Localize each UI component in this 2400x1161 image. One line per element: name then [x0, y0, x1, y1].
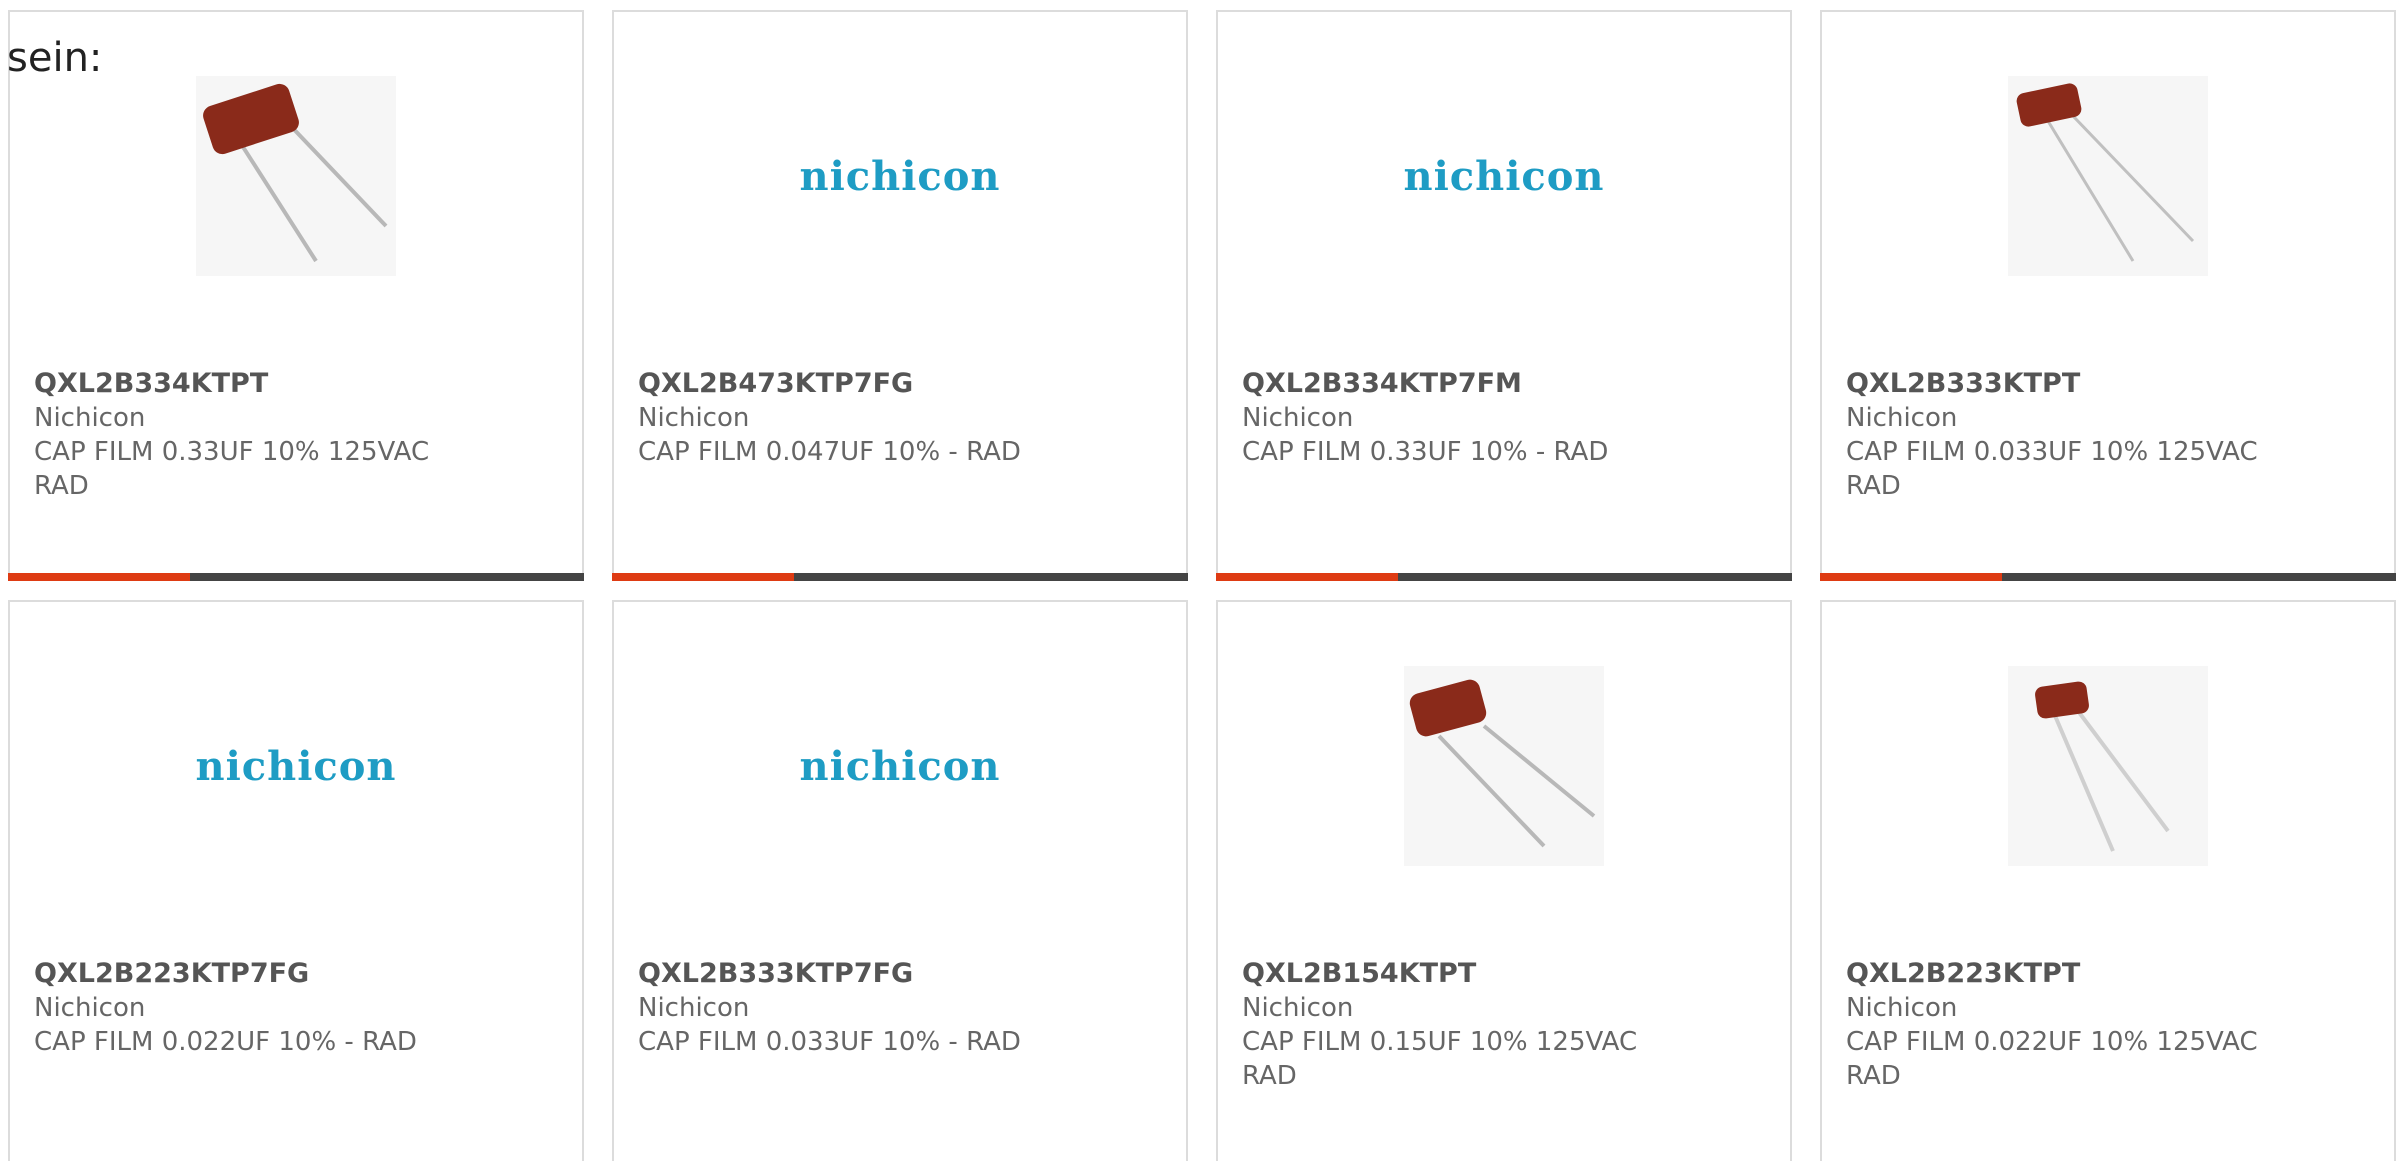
- manufacturer: Nichicon: [1846, 403, 1958, 433]
- product-card[interactable]: nichicon QXL2B223KTP7FG Nichicon CAP FIL…: [8, 600, 584, 1161]
- product-card[interactable]: QXL2B154KTPT Nichicon CAP FILM 0.15UF 10…: [1216, 600, 1792, 1161]
- nichicon-logo-icon: nichicon: [1403, 152, 1605, 200]
- product-card[interactable]: QXL2B223KTPT Nichicon CAP FILM 0.022UF 1…: [1820, 600, 2396, 1161]
- product-card[interactable]: QXL2B333KTPT Nichicon CAP FILM 0.033UF 1…: [1820, 10, 2396, 581]
- product-image-area: [1822, 76, 2394, 276]
- product-grid: QXL2B334KTPT Nichicon CAP FILM 0.33UF 10…: [0, 0, 2400, 1161]
- card-bottom-bar: [612, 573, 1188, 581]
- product-card[interactable]: nichicon QXL2B473KTP7FG Nichicon CAP FIL…: [612, 10, 1188, 581]
- description-cont: RAD: [1242, 1061, 1297, 1091]
- product-image-area: nichicon: [614, 76, 1186, 276]
- manufacturer: Nichicon: [638, 993, 750, 1023]
- capacitor-photo-icon: [2008, 666, 2208, 866]
- manufacturer: Nichicon: [34, 403, 146, 433]
- part-number[interactable]: QXL2B333KTPT: [1846, 367, 2370, 401]
- product-image-area: nichicon: [10, 666, 582, 866]
- manufacturer: Nichicon: [34, 993, 146, 1023]
- description-cont: RAD: [34, 471, 89, 501]
- description: CAP FILM 0.15UF 10% 125VAC: [1242, 1027, 1638, 1057]
- card-bottom-bar: [1820, 573, 2396, 581]
- capacitor-photo-icon: [1404, 666, 1604, 866]
- description: CAP FILM 0.022UF 10% - RAD: [34, 1027, 417, 1057]
- product-image-area: [1218, 666, 1790, 866]
- description: CAP FILM 0.033UF 10% 125VAC: [1846, 437, 2258, 467]
- product-image-area: [1822, 666, 2394, 866]
- intro-text: sein:: [7, 35, 103, 81]
- nichicon-logo-icon: nichicon: [799, 152, 1001, 200]
- manufacturer: Nichicon: [1242, 403, 1354, 433]
- card-bottom-bar: [1216, 573, 1792, 581]
- description: CAP FILM 0.33UF 10% - RAD: [1242, 437, 1609, 467]
- description-cont: RAD: [1846, 1061, 1901, 1091]
- description-cont: RAD: [1846, 471, 1901, 501]
- product-card[interactable]: nichicon QXL2B334KTP7FM Nichicon CAP FIL…: [1216, 10, 1792, 581]
- manufacturer: Nichicon: [1242, 993, 1354, 1023]
- description: CAP FILM 0.033UF 10% - RAD: [638, 1027, 1021, 1057]
- description: CAP FILM 0.33UF 10% 125VAC: [34, 437, 430, 467]
- nichicon-logo-icon: nichicon: [195, 742, 397, 790]
- product-image-area: nichicon: [1218, 76, 1790, 276]
- product-card[interactable]: nichicon QXL2B333KTP7FG Nichicon CAP FIL…: [612, 600, 1188, 1161]
- manufacturer: Nichicon: [638, 403, 750, 433]
- manufacturer: Nichicon: [1846, 993, 1958, 1023]
- part-number[interactable]: QXL2B223KTPT: [1846, 957, 2370, 991]
- part-number[interactable]: QXL2B223KTP7FG: [34, 957, 558, 991]
- part-number[interactable]: QXL2B473KTP7FG: [638, 367, 1162, 401]
- product-image-area: nichicon: [614, 666, 1186, 866]
- description: CAP FILM 0.047UF 10% - RAD: [638, 437, 1021, 467]
- part-number[interactable]: QXL2B333KTP7FG: [638, 957, 1162, 991]
- capacitor-photo-icon: [2008, 76, 2208, 276]
- part-number[interactable]: QXL2B154KTPT: [1242, 957, 1766, 991]
- capacitor-photo-icon: [196, 76, 396, 276]
- product-image-area: [10, 76, 582, 276]
- card-bottom-bar: [8, 573, 584, 581]
- product-card[interactable]: QXL2B334KTPT Nichicon CAP FILM 0.33UF 10…: [8, 10, 584, 581]
- part-number[interactable]: QXL2B334KTP7FM: [1242, 367, 1766, 401]
- description: CAP FILM 0.022UF 10% 125VAC: [1846, 1027, 2258, 1057]
- part-number[interactable]: QXL2B334KTPT: [34, 367, 558, 401]
- nichicon-logo-icon: nichicon: [799, 742, 1001, 790]
